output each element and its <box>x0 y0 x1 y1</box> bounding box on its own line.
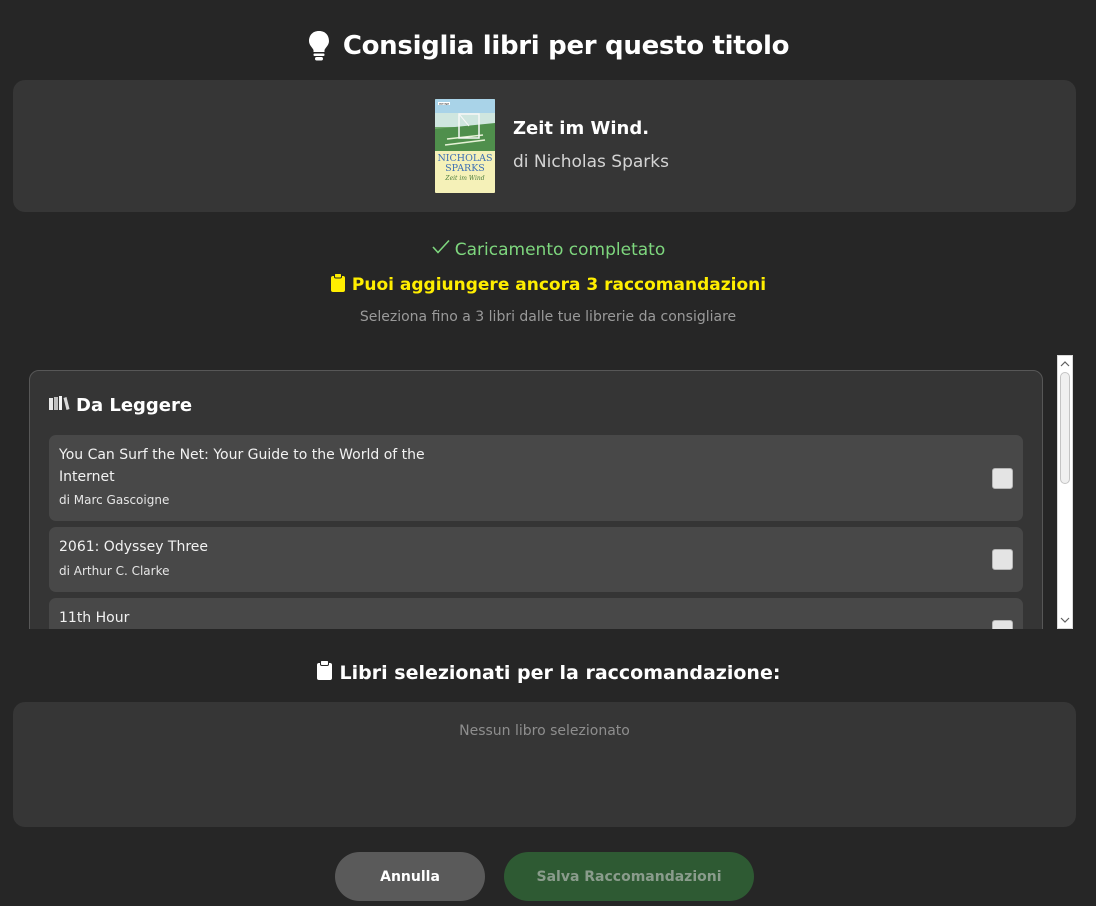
selected-heading: Libri selezionati per la raccomandazione… <box>0 660 1096 685</box>
cover-author-line2: SPARKS <box>445 163 485 174</box>
source-book-info: Zeit im Wind. di Nicholas Sparks <box>513 118 669 172</box>
book-row-title: You Can Surf the Net: Your Guide to the … <box>59 447 425 485</box>
save-button[interactable]: Salva Raccomandazioni <box>504 852 754 901</box>
book-row-author: di Marc Gascoigne <box>59 493 170 507</box>
list-scrollbar[interactable] <box>1057 355 1073 629</box>
scrollbar-thumb[interactable] <box>1060 372 1070 484</box>
source-book-author: di Nicholas Sparks <box>513 152 669 172</box>
list-item[interactable]: 11th Hour <box>49 598 1023 629</box>
select-checkbox[interactable] <box>992 549 1013 570</box>
load-status: Caricamento completato <box>0 238 1096 261</box>
remaining-count-text: Puoi aggiungere ancora 3 raccomandazioni <box>351 275 767 295</box>
book-row-title: 11th Hour <box>59 610 130 626</box>
chevron-up-icon[interactable] <box>1058 357 1072 371</box>
select-checkbox[interactable] <box>992 468 1013 489</box>
dialog-title: Consiglia libri per questo titolo <box>0 28 1096 64</box>
list-item[interactable]: 2061: Odyssey Three di Arthur C. Clarke <box>49 527 1023 592</box>
cover-title: Zeit im Wind <box>444 175 484 182</box>
clipboard-icon <box>316 660 333 685</box>
chevron-down-icon[interactable] <box>1058 613 1072 627</box>
recommend-dialog: Consiglia libri per questo titolo NICHOL… <box>0 0 1096 906</box>
dialog-title-text: Consiglia libri per questo titolo <box>342 31 790 61</box>
lightbulb-icon <box>307 30 331 62</box>
book-row-title: 2061: Odyssey Three <box>59 539 209 555</box>
source-book-card: NICHOLAS SPARKS Zeit im Wind HEYNE Zeit … <box>13 80 1076 212</box>
library-panel: Da Leggere You Can Surf the Net: Your Gu… <box>29 370 1043 629</box>
library-name: Da Leggere <box>76 395 193 416</box>
book-cover: NICHOLAS SPARKS Zeit im Wind HEYNE <box>435 99 495 193</box>
list-item[interactable]: You Can Surf the Net: Your Guide to the … <box>49 435 1023 521</box>
books-icon <box>48 395 70 416</box>
selected-books-box: Nessun libro selezionato <box>13 702 1076 827</box>
book-row-author: di Arthur C. Clarke <box>59 564 170 578</box>
clipboard-icon <box>330 273 346 297</box>
selected-heading-text: Libri selezionati per la raccomandazione… <box>339 661 781 684</box>
library-scroll-area[interactable]: Da Leggere You Can Surf the Net: Your Gu… <box>13 355 1076 629</box>
source-book-title: Zeit im Wind. <box>513 118 650 139</box>
load-status-text: Caricamento completato <box>454 239 666 260</box>
selection-hint: Seleziona fino a 3 libri dalle tue libre… <box>359 309 737 325</box>
check-icon <box>431 238 451 261</box>
cover-publisher: HEYNE <box>439 102 449 106</box>
library-header: Da Leggere <box>48 395 192 416</box>
cancel-button[interactable]: Annulla <box>335 852 485 901</box>
remaining-count: Puoi aggiungere ancora 3 raccomandazioni <box>0 273 1096 297</box>
empty-selection-text: Nessun libro selezionato <box>459 723 630 739</box>
select-checkbox[interactable] <box>992 620 1013 629</box>
